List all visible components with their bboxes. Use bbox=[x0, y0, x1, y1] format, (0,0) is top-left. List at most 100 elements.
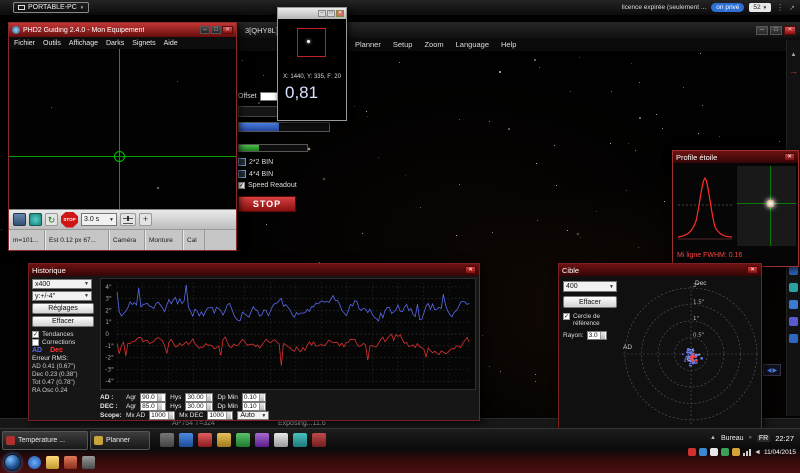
phd2-menu-outils[interactable]: Outils bbox=[43, 40, 61, 47]
tendances-checkbox[interactable] bbox=[32, 330, 39, 338]
profile-titlebar[interactable]: Profile étoile ✕ bbox=[673, 151, 798, 163]
popup-maximize-button[interactable]: □ bbox=[327, 10, 335, 17]
loop-icon[interactable]: ↻ bbox=[45, 213, 58, 226]
bureau-chevron-icon[interactable]: » bbox=[749, 435, 752, 441]
scroll-up-icon[interactable]: ▲ bbox=[791, 52, 797, 58]
phd2-menu-fichier[interactable]: Fichier bbox=[14, 40, 35, 47]
camera-connect-icon[interactable] bbox=[13, 213, 26, 226]
target-effacer-button[interactable]: Effacer bbox=[563, 296, 617, 308]
taskbar-app-icon[interactable] bbox=[255, 433, 269, 447]
bin22-icon[interactable] bbox=[238, 158, 246, 166]
taskbar-app-icon[interactable] bbox=[160, 433, 174, 447]
ad-hys-input[interactable]: 30.00 bbox=[185, 393, 214, 402]
speed-readout-checkbox[interactable] bbox=[238, 182, 245, 189]
speaker-icon[interactable]: ◄ bbox=[754, 449, 761, 456]
effacer-button[interactable]: Effacer bbox=[32, 316, 94, 327]
phd2-titlebar[interactable]: PHD2 Guiding 2.4.0 - Mon Equipement – □ … bbox=[9, 23, 236, 37]
bin44-label[interactable]: 4*4 BIN bbox=[249, 171, 273, 178]
brain-icon[interactable] bbox=[29, 213, 42, 226]
taskbar-app-icon[interactable] bbox=[217, 433, 231, 447]
menu-zoom[interactable]: Zoom bbox=[424, 40, 443, 49]
dec-agr-input[interactable]: 85.0 bbox=[140, 402, 167, 411]
taskbar-app-icon[interactable] bbox=[274, 433, 288, 447]
popup-close-button[interactable]: ✕ bbox=[336, 10, 344, 17]
yscale-select[interactable]: y:+/-4" ▼ bbox=[32, 291, 92, 301]
menu-setup[interactable]: Setup bbox=[393, 40, 413, 49]
menu-language[interactable]: Language bbox=[456, 40, 489, 49]
dec-dpmin-input[interactable]: 0.10 bbox=[241, 402, 266, 411]
close-button[interactable]: ✕ bbox=[784, 25, 796, 35]
menu-help[interactable]: Help bbox=[501, 40, 516, 49]
minimize-button[interactable]: – bbox=[756, 25, 768, 35]
exposure-select[interactable]: 3.0 s ▼ bbox=[81, 213, 117, 226]
menu-planner[interactable]: Planner bbox=[355, 40, 381, 49]
scope-mxad-input[interactable]: 1000 bbox=[149, 411, 176, 420]
stop-button[interactable]: STOP bbox=[61, 211, 78, 228]
clock-date[interactable]: 11/04/2015 bbox=[764, 449, 796, 456]
phd2-menu-signets[interactable]: Signets bbox=[132, 40, 155, 47]
target-titlebar[interactable]: Cible ✕ bbox=[559, 264, 761, 276]
language-indicator[interactable]: FR bbox=[756, 434, 771, 442]
panel-icon[interactable] bbox=[789, 266, 798, 275]
capture-stop-button[interactable]: STOP bbox=[238, 196, 296, 212]
menu-dots-icon[interactable]: ⋮ bbox=[776, 3, 784, 12]
tray-icon[interactable] bbox=[732, 448, 740, 456]
folder-icon[interactable] bbox=[46, 456, 59, 469]
bureau-toolbar[interactable]: Bureau bbox=[721, 435, 744, 442]
tab-count-pill[interactable]: 52 ▼ bbox=[749, 3, 772, 12]
media-player-icon[interactable] bbox=[64, 456, 77, 469]
taskbar-app-icon[interactable] bbox=[312, 433, 326, 447]
taskbar-button-planner[interactable]: Planner bbox=[90, 431, 150, 450]
phd2-menu-affichage[interactable]: Affichage bbox=[69, 40, 98, 47]
star-popup-titlebar[interactable]: – □ ✕ bbox=[278, 8, 346, 19]
tray-icon[interactable] bbox=[688, 448, 696, 456]
xscale-select[interactable]: x400 ▼ bbox=[32, 279, 92, 289]
popup-minimize-button[interactable]: – bbox=[318, 10, 326, 17]
start-button[interactable] bbox=[4, 454, 21, 471]
history-titlebar[interactable]: Historique ✕ bbox=[29, 264, 479, 276]
network-icon[interactable] bbox=[743, 448, 751, 456]
tray-expand-icon[interactable]: ▲ bbox=[710, 435, 716, 441]
panel-icon[interactable] bbox=[789, 300, 798, 309]
ad-dpmin-input[interactable]: 0.10 bbox=[241, 393, 266, 402]
panel-icon[interactable] bbox=[789, 283, 798, 292]
taskbar-app-icon[interactable] bbox=[293, 433, 307, 447]
rayon-input[interactable]: 3.0 bbox=[586, 331, 607, 340]
phd2-close-button[interactable]: ✕ bbox=[222, 26, 233, 34]
reference-circle-checkbox[interactable] bbox=[563, 313, 570, 320]
reglages-button[interactable]: Réglages bbox=[32, 303, 94, 314]
scope-mode-select[interactable]: Auto ▼ bbox=[237, 411, 270, 420]
private-badge[interactable]: on privé bbox=[711, 3, 745, 12]
clock-time[interactable]: 22:27 bbox=[775, 434, 794, 443]
profile-close-button[interactable]: ✕ bbox=[784, 153, 795, 161]
pane-resize-arrows[interactable]: ◀ ▶ bbox=[763, 364, 781, 376]
taskbar-app-icon[interactable] bbox=[236, 433, 250, 447]
tray-icon[interactable] bbox=[710, 448, 718, 456]
panel-icon[interactable] bbox=[789, 334, 798, 343]
tray-icon[interactable] bbox=[721, 448, 729, 456]
history-close-button[interactable]: ✕ bbox=[465, 266, 476, 274]
phd2-menu-darks[interactable]: Darks bbox=[106, 40, 124, 47]
phd2-maximize-button[interactable]: □ bbox=[211, 26, 221, 34]
taskbar-button-temperature[interactable]: Température ... bbox=[2, 431, 88, 450]
scope-mxdec-input[interactable]: 1000 bbox=[207, 411, 234, 420]
tray-icon[interactable] bbox=[699, 448, 707, 456]
taskbar-app-icon[interactable] bbox=[198, 433, 212, 447]
phd2-guide-view[interactable] bbox=[9, 49, 236, 209]
app-icon[interactable] bbox=[82, 456, 95, 469]
corrections-checkbox[interactable] bbox=[32, 338, 39, 346]
phd2-menu-aide[interactable]: Aide bbox=[164, 40, 178, 47]
panel-icon[interactable] bbox=[789, 317, 798, 326]
ad-agr-input[interactable]: 90.0 bbox=[140, 393, 167, 402]
red-arrow-icon[interactable]: → bbox=[789, 66, 798, 76]
external-link-icon[interactable]: ↗ bbox=[789, 4, 795, 12]
settings-icon[interactable]: + bbox=[139, 213, 152, 226]
taskbar-app-icon[interactable] bbox=[179, 433, 193, 447]
target-scale-select[interactable]: 400 ▼ bbox=[563, 281, 617, 292]
brightness-slider-icon[interactable] bbox=[120, 213, 136, 226]
bin44-icon[interactable] bbox=[238, 170, 246, 178]
dec-hys-input[interactable]: 30.00 bbox=[185, 402, 214, 411]
target-close-button[interactable]: ✕ bbox=[747, 266, 758, 274]
device-pill[interactable]: PORTABLE-PC ▼ bbox=[13, 2, 90, 13]
bin22-label[interactable]: 2*2 BIN bbox=[249, 159, 273, 166]
